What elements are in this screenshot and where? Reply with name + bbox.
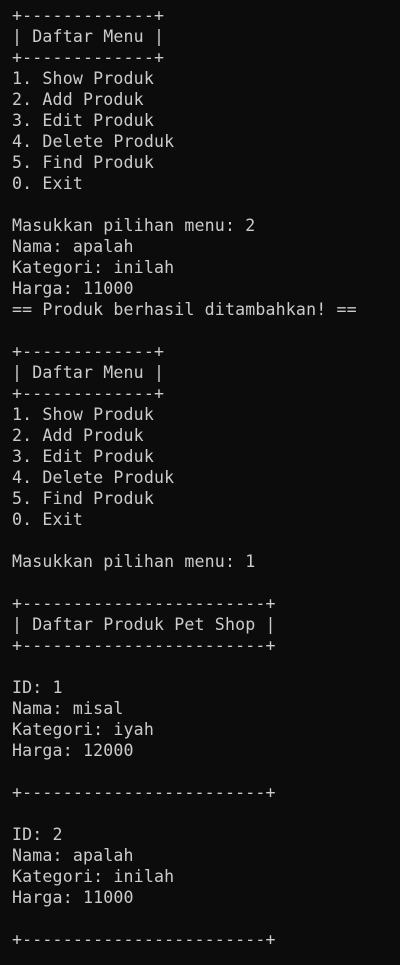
terminal-line: 3. Edit Produk xyxy=(12,111,154,130)
terminal-line: 4. Delete Produk xyxy=(12,468,175,487)
terminal-line: Kategori: iyah xyxy=(12,720,154,739)
terminal-line: Kategori: inilah xyxy=(12,258,175,277)
terminal-line: ID: 1 xyxy=(12,678,63,697)
terminal-line: +-------------+ xyxy=(12,6,165,25)
terminal-line: | Daftar Menu | xyxy=(12,363,165,382)
terminal-line: 5. Find Produk xyxy=(12,153,154,172)
terminal-line: == Produk berhasil ditambahkan! == xyxy=(12,300,357,319)
terminal-line: | Daftar Produk Pet Shop | xyxy=(12,615,276,634)
terminal-line: +------------------------+ xyxy=(12,594,276,613)
terminal-line: 0. Exit xyxy=(12,174,83,193)
terminal-line: Harga: 12000 xyxy=(12,741,134,760)
terminal-line: 2. Add Produk xyxy=(12,90,144,109)
terminal-line: 1. Show Produk xyxy=(12,69,154,88)
terminal-line: Harga: 11000 xyxy=(12,888,134,907)
terminal-line: Nama: apalah xyxy=(12,846,134,865)
terminal-line: +------------------------+ xyxy=(12,930,276,949)
terminal-line: +-------------+ xyxy=(12,342,165,361)
terminal-line: Masukkan pilihan menu: 1 xyxy=(12,552,256,571)
terminal-line: Nama: apalah xyxy=(12,237,134,256)
terminal-line: +-------------+ xyxy=(12,384,165,403)
terminal-line: Masukkan pilihan menu: 2 xyxy=(12,216,256,235)
terminal-line: +------------------------+ xyxy=(12,636,276,655)
terminal-line: Kategori: inilah xyxy=(12,867,175,886)
terminal-line: 5. Find Produk xyxy=(12,489,154,508)
terminal-line: Harga: 11000 xyxy=(12,279,134,298)
terminal-line: ID: 2 xyxy=(12,825,63,844)
terminal-line: 3. Edit Produk xyxy=(12,447,154,466)
terminal-line: Nama: misal xyxy=(12,699,124,718)
terminal-line: +------------------------+ xyxy=(12,783,276,802)
terminal-line: | Daftar Menu | xyxy=(12,27,165,46)
terminal-line: +-------------+ xyxy=(12,48,165,67)
terminal-line: 0. Exit xyxy=(12,510,83,529)
terminal-line: 1. Show Produk xyxy=(12,405,154,424)
terminal-line: 2. Add Produk xyxy=(12,426,144,445)
terminal-line: 4. Delete Produk xyxy=(12,132,175,151)
terminal-output[interactable]: +-------------+ | Daftar Menu | +---------… xyxy=(0,0,400,965)
